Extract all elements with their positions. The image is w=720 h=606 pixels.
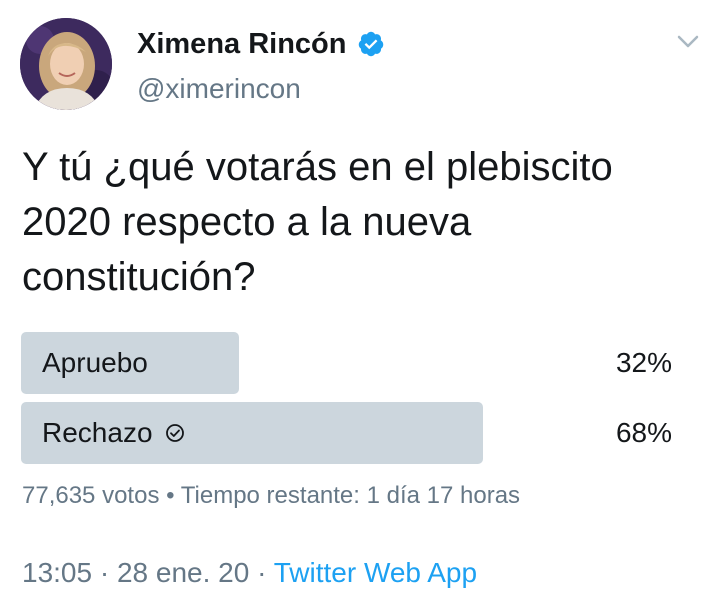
selected-check-icon: [165, 423, 184, 442]
poll-option-label-wrap: Rechazo: [42, 402, 185, 464]
chevron-down-icon[interactable]: [676, 32, 700, 52]
footer-separator: ·: [99, 557, 110, 588]
tweet-text: Y tú ¿qué votarás en el plebiscito 2020 …: [22, 145, 613, 299]
poll-meta: 77,635 votos • Tiempo restante: 1 día 17…: [22, 480, 520, 512]
poll-option-percent: 68%: [615, 417, 672, 448]
handle[interactable]: @ximerincon: [137, 72, 301, 106]
poll-votes: 77,635 votos: [22, 482, 160, 509]
tweet-source-link[interactable]: Twitter Web App: [274, 557, 477, 588]
display-name[interactable]: Ximena Rincón: [137, 26, 347, 62]
tweet-time[interactable]: 13:05: [22, 557, 92, 588]
poll-option-rechazo: Rechazo 68%: [21, 402, 672, 464]
avatar[interactable]: [20, 18, 112, 110]
avatar-image: [20, 18, 112, 110]
tweet-card: Ximena Rincón @ximerincon Y tú ¿qué vota…: [0, 0, 720, 606]
poll-time-remaining: Tiempo restante: 1 día 17 horas: [180, 482, 521, 509]
poll-option-label: Rechazo: [42, 417, 153, 448]
poll-separator: •: [166, 482, 175, 509]
footer-separator: ·: [257, 557, 267, 588]
poll-option-label: Apruebo: [42, 347, 148, 378]
tweet-date[interactable]: 28 ene. 20: [117, 557, 249, 588]
tweet-footer: 13:05 · 28 ene. 20 · Twitter Web App: [22, 555, 477, 591]
verified-badge-icon: [358, 31, 384, 57]
poll-option-apruebo: Apruebo 32%: [21, 332, 672, 394]
poll-option-percent: 32%: [615, 347, 672, 378]
